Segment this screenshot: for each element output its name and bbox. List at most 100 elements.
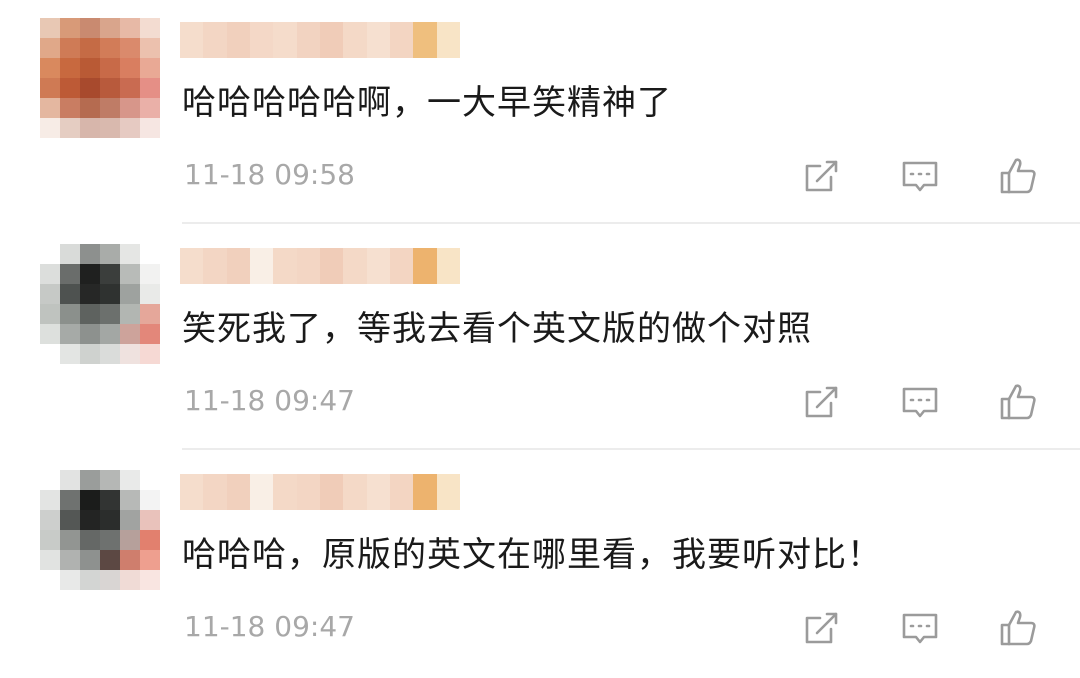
username-mosaic-cell	[273, 22, 297, 58]
username-mosaic-cell	[180, 248, 204, 284]
username-pixelated[interactable]	[180, 474, 460, 510]
username-mosaic-cell	[413, 474, 437, 510]
avatar-mosaic-cell	[120, 304, 140, 324]
avatar-mosaic-cell	[120, 550, 140, 570]
avatar-mosaic-cell	[60, 344, 80, 364]
avatar-mosaic-cell	[100, 244, 120, 264]
avatar-mosaic-cell	[40, 264, 60, 284]
avatar-mosaic-cell	[120, 98, 140, 118]
avatar[interactable]	[40, 470, 160, 590]
share-button[interactable]	[798, 378, 846, 426]
avatar-mosaic-cell	[120, 78, 140, 98]
username-mosaic-cell	[436, 248, 460, 284]
reply-icon	[902, 161, 938, 192]
username-mosaic-cell	[203, 22, 227, 58]
avatar-mosaic-cell	[40, 570, 60, 590]
avatar-mosaic-cell	[100, 264, 120, 284]
reply-button[interactable]	[896, 378, 944, 426]
avatar-mosaic-cell	[40, 244, 60, 264]
avatar-mosaic-cell	[60, 530, 80, 550]
avatar-mosaic-cell	[80, 324, 100, 344]
avatar-mosaic-cell	[60, 18, 80, 38]
avatar-mosaic-cell	[40, 324, 60, 344]
avatar-mosaic-cell	[140, 530, 160, 550]
avatar-mosaic-cell	[120, 530, 140, 550]
username-mosaic-cell	[226, 474, 250, 510]
avatar-mosaic-cell	[80, 510, 100, 530]
avatar-mosaic-cell	[100, 344, 120, 364]
avatar-mosaic-cell	[120, 284, 140, 304]
avatar-mosaic-cell	[80, 490, 100, 510]
avatar-mosaic-cell	[140, 344, 160, 364]
avatar-mosaic-cell	[60, 284, 80, 304]
username-mosaic-cell	[319, 474, 344, 510]
username-mosaic-cell	[273, 474, 297, 510]
avatar-mosaic-cell	[120, 470, 140, 490]
avatar-mosaic-cell	[100, 98, 120, 118]
username-mosaic-cell	[273, 248, 297, 284]
avatar-mosaic-cell	[80, 18, 100, 38]
share-button[interactable]	[798, 152, 846, 200]
avatar-mosaic-cell	[100, 58, 120, 78]
avatar[interactable]	[40, 18, 160, 138]
username-mosaic-cell	[343, 248, 367, 284]
avatar-mosaic-cell	[40, 490, 60, 510]
avatar-mosaic-cell	[80, 570, 100, 590]
reply-button[interactable]	[896, 152, 944, 200]
avatar-mosaic-cell	[120, 570, 140, 590]
avatar-mosaic-cell	[80, 284, 100, 304]
username-mosaic-cell	[296, 474, 320, 510]
comment-item: 哈哈哈，原版的英文在哪里看，我要听对比！ 11-18 09:47	[0, 452, 1080, 678]
avatar-mosaic-cell	[80, 530, 100, 550]
avatar-mosaic-cell	[60, 118, 80, 138]
avatar-mosaic-cell	[60, 38, 80, 58]
avatar-mosaic-cell	[140, 264, 160, 284]
comment-text: 哈哈哈哈哈啊，一大早笑精神了	[182, 83, 672, 123]
avatar-mosaic-cell	[140, 18, 160, 38]
avatar-mosaic-cell	[140, 118, 160, 138]
avatar[interactable]	[40, 244, 160, 364]
avatar-mosaic-cell	[40, 470, 60, 490]
like-button[interactable]	[994, 152, 1042, 200]
username-mosaic-cell	[366, 248, 390, 284]
username-mosaic-cell	[180, 474, 204, 510]
comment-text: 哈哈哈，原版的英文在哪里看，我要听对比！	[182, 535, 882, 575]
like-button[interactable]	[994, 604, 1042, 652]
username-mosaic-cell	[319, 248, 344, 284]
avatar-mosaic-cell	[40, 550, 60, 570]
avatar-mosaic-cell	[40, 530, 60, 550]
share-button[interactable]	[798, 604, 846, 652]
avatar-mosaic-cell	[120, 264, 140, 284]
username-mosaic-cell	[389, 474, 414, 510]
avatar-mosaic-cell	[40, 344, 60, 364]
like-button[interactable]	[994, 378, 1042, 426]
like-icon	[1000, 384, 1036, 420]
avatar-mosaic-cell	[60, 470, 80, 490]
reply-button[interactable]	[896, 604, 944, 652]
avatar-mosaic-cell	[140, 470, 160, 490]
username-mosaic-cell	[366, 474, 390, 510]
avatar-mosaic-cell	[60, 98, 80, 118]
username-pixelated[interactable]	[180, 248, 460, 284]
username-mosaic-cell	[249, 22, 274, 58]
username-mosaic-cell	[296, 248, 320, 284]
avatar-mosaic-cell	[100, 324, 120, 344]
avatar-mosaic-cell	[100, 18, 120, 38]
avatar-mosaic-cell	[80, 470, 100, 490]
avatar-mosaic-cell	[80, 304, 100, 324]
avatar-mosaic-cell	[60, 58, 80, 78]
username-mosaic-cell	[366, 22, 390, 58]
username-mosaic-cell	[203, 248, 227, 284]
avatar-mosaic-cell	[100, 510, 120, 530]
avatar-mosaic-cell	[40, 284, 60, 304]
username-pixelated[interactable]	[180, 22, 460, 58]
share-icon	[805, 612, 838, 644]
avatar-mosaic-cell	[120, 244, 140, 264]
avatar-mosaic-cell	[120, 344, 140, 364]
avatar-mosaic-cell	[60, 510, 80, 530]
username-mosaic-cell	[226, 22, 250, 58]
avatar-mosaic-cell	[120, 118, 140, 138]
avatar-mosaic-cell	[40, 78, 60, 98]
username-mosaic-cell	[389, 22, 414, 58]
username-mosaic-cell	[436, 22, 460, 58]
